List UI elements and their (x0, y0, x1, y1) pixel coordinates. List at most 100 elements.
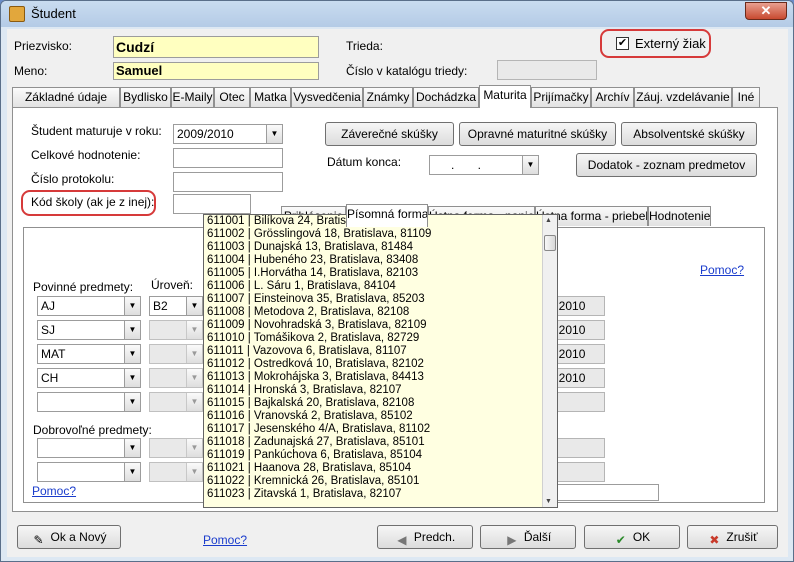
tab-archiv[interactable]: Archív (591, 87, 634, 107)
chevron-down-icon: ▼ (186, 369, 202, 387)
school-list-item[interactable]: 611003 | Dunajská 13, Bratislava, 81484 (204, 241, 557, 254)
scroll-up-icon[interactable]: ▲ (545, 217, 552, 224)
mandatory-subject-1[interactable]: AJ ▼ (37, 296, 141, 316)
year-select[interactable]: 2009/2010 ▼ (173, 124, 283, 144)
school-list-item[interactable]: 611009 | Novohradská 3, Bratislava, 8210… (204, 319, 557, 332)
school-list-item[interactable]: 611022 | Kremnická 26, Bratislava, 85101 (204, 475, 557, 488)
window-title: Študent (31, 6, 76, 21)
name-field[interactable]: Samuel (113, 62, 319, 80)
surname-label: Priezvisko: (14, 39, 73, 53)
school-list-item[interactable]: 611021 | Haanova 28, Bratislava, 85104 (204, 462, 557, 475)
level-label: Úroveň: (151, 278, 194, 292)
chevron-down-icon: ▼ (186, 321, 202, 339)
optional-level-2[interactable]: ▼ (149, 462, 203, 482)
tab-ine[interactable]: Iné (732, 87, 760, 107)
help-link-left[interactable]: Pomoc? (32, 484, 76, 498)
student-window: Študent ✕ Priezvisko: Cudzí Meno: Samuel… (0, 0, 794, 562)
retake-exams-button[interactable]: Opravné maturitné skúšky (459, 122, 616, 146)
bottom-field[interactable] (549, 484, 659, 501)
next-label: Ďalší (523, 530, 552, 544)
prev-button[interactable]: ◀ Predch. (377, 525, 473, 549)
check-icon: ✔ (615, 533, 626, 547)
school-list-item[interactable]: 611007 | Einsteinova 35, Bratislava, 852… (204, 293, 557, 306)
dropdown-scrollbar[interactable]: ▲ ▼ (542, 215, 557, 507)
chevron-down-icon: ▼ (124, 321, 140, 339)
school-list-item[interactable]: 611018 | Zadunajská 27, Bratislava, 8510… (204, 436, 557, 449)
school-list-item[interactable]: 611012 | Ostredková 10, Bratislava, 8210… (204, 358, 557, 371)
surname-field[interactable]: Cudzí (113, 36, 319, 58)
prev-label: Predch. (413, 530, 456, 544)
graduate-exams-button[interactable]: Absolventské skúšky (621, 122, 757, 146)
mandatory-subject-2[interactable]: SJ ▼ (37, 320, 141, 340)
ok-button[interactable]: ✔ OK (584, 525, 680, 549)
ok-new-button[interactable]: ✎ Ok a Nový (17, 525, 121, 549)
tab-otec[interactable]: Otec (214, 87, 250, 107)
optional-subject-1[interactable]: ▼ (37, 438, 141, 458)
tab-zaujmove[interactable]: Záuj. vzdelávanie (634, 87, 732, 107)
optional-level-1[interactable]: ▼ (149, 438, 203, 458)
mandatory-subject-3[interactable]: MAT ▼ (37, 344, 141, 364)
school-list-item[interactable]: 611023 | Zitavská 1, Bratislava, 82107 (204, 488, 557, 501)
close-button[interactable]: ✕ (745, 2, 787, 20)
mandatory-subject-5[interactable]: ▼ (37, 392, 141, 412)
scroll-down-icon[interactable]: ▼ (545, 498, 552, 505)
school-list-item[interactable]: 611011 | Vazovova 6, Bratislava, 81107 (204, 345, 557, 358)
tab-maturita[interactable]: Maturita (479, 85, 531, 108)
overall-field[interactable] (173, 148, 283, 168)
tab-bydlisko[interactable]: Bydlisko (120, 87, 171, 107)
catalog-field[interactable] (497, 60, 597, 80)
tab-zakladne[interactable]: Základné údaje (12, 87, 120, 107)
level-select-2[interactable]: ▼ (149, 320, 203, 340)
school-list-item[interactable]: 611010 | Tomášikova 2, Bratislava, 82729 (204, 332, 557, 345)
optional-subject-2[interactable]: ▼ (37, 462, 141, 482)
level-select-3[interactable]: ▼ (149, 344, 203, 364)
school-list-item[interactable]: 611015 | Bajkalská 20, Bratislava, 82108 (204, 397, 557, 410)
tab-emaily[interactable]: E-Maily (171, 87, 214, 107)
tab-dochadzka[interactable]: Dochádzka (413, 87, 479, 107)
school-code-dropdown[interactable]: 611001 | Bilíkova 24, Bratislava, 84419 6… (203, 214, 558, 508)
app-icon (9, 6, 25, 22)
school-list-item[interactable]: 611002 | Grösslingová 18, Bratislava, 81… (204, 228, 557, 241)
protocol-label: Číslo protokolu: (31, 172, 115, 186)
arrow-left-icon: ◀ (397, 533, 407, 547)
next-button[interactable]: ▶ Ďalší (480, 525, 576, 549)
cancel-button[interactable]: ✖ Zrušiť (687, 525, 778, 549)
cancel-x-icon: ✖ (709, 533, 720, 547)
level-select-1[interactable]: B2 ▼ (149, 296, 203, 316)
tab-matka[interactable]: Matka (250, 87, 291, 107)
client-area: Priezvisko: Cudzí Meno: Samuel Trieda: Č… (7, 29, 788, 557)
scroll-thumb[interactable] (544, 235, 556, 251)
chevron-down-icon: ▼ (186, 345, 202, 363)
external-checkbox[interactable]: ✔ (616, 37, 629, 50)
tab-vysvedcenia[interactable]: Vysvedčenia (291, 87, 363, 107)
appendix-button[interactable]: Dodatok - zoznam predmetov (576, 153, 757, 177)
end-date-picker[interactable]: . . ▼ (429, 155, 539, 175)
tab-prijimacky[interactable]: Prijímačky (531, 87, 591, 107)
tab-znamky[interactable]: Známky (363, 87, 413, 107)
school-list-item[interactable]: 611004 | Hubeného 23, Bratislava, 83408 (204, 254, 557, 267)
final-exams-button[interactable]: Záverečné skúšky (325, 122, 454, 146)
school-field[interactable] (173, 194, 251, 214)
school-list-item[interactable]: 611019 | Pankúchova 6, Bratislava, 85104 (204, 449, 557, 462)
chevron-down-icon: ▼ (266, 125, 282, 143)
school-list-item[interactable]: 611017 | Jesenského 4/A, Bratislava, 811… (204, 423, 557, 436)
protocol-field[interactable] (173, 172, 283, 192)
level-select-5[interactable]: ▼ (149, 392, 203, 412)
subtab-hodnotenie[interactable]: Hodnotenie (648, 206, 711, 226)
school-list-item[interactable]: 611014 | Hronská 3, Bratislava, 82107 (204, 384, 557, 397)
subtab-pisomna[interactable]: Písomná forma (346, 204, 428, 227)
help-link-bottom[interactable]: Pomoc? (203, 533, 247, 547)
school-list-item[interactable]: 611016 | Vranovská 2, Bratislava, 85102 (204, 410, 557, 423)
cancel-label: Zrušiť (726, 530, 758, 544)
level-select-4[interactable]: ▼ (149, 368, 203, 388)
main-tabs: Základné údaje Bydlisko E-Maily Otec Mat… (12, 85, 778, 108)
chevron-down-icon: ▼ (124, 369, 140, 387)
optional-label: Dobrovoľné predmety: (33, 423, 152, 437)
mandatory-subject-4[interactable]: CH ▼ (37, 368, 141, 388)
school-list-item[interactable]: 611008 | Metodova 2, Bratislava, 82108 (204, 306, 557, 319)
school-list-item[interactable]: 611013 | Mokrohájska 3, Bratislava, 8441… (204, 371, 557, 384)
school-list-item[interactable]: 611006 | L. Sáru 1, Bratislava, 84104 (204, 280, 557, 293)
mandatory-label: Povinné predmety: (33, 280, 134, 294)
help-link-inner[interactable]: Pomoc? (700, 263, 744, 277)
school-list-item[interactable]: 611005 | I.Horvátha 14, Bratislava, 8210… (204, 267, 557, 280)
